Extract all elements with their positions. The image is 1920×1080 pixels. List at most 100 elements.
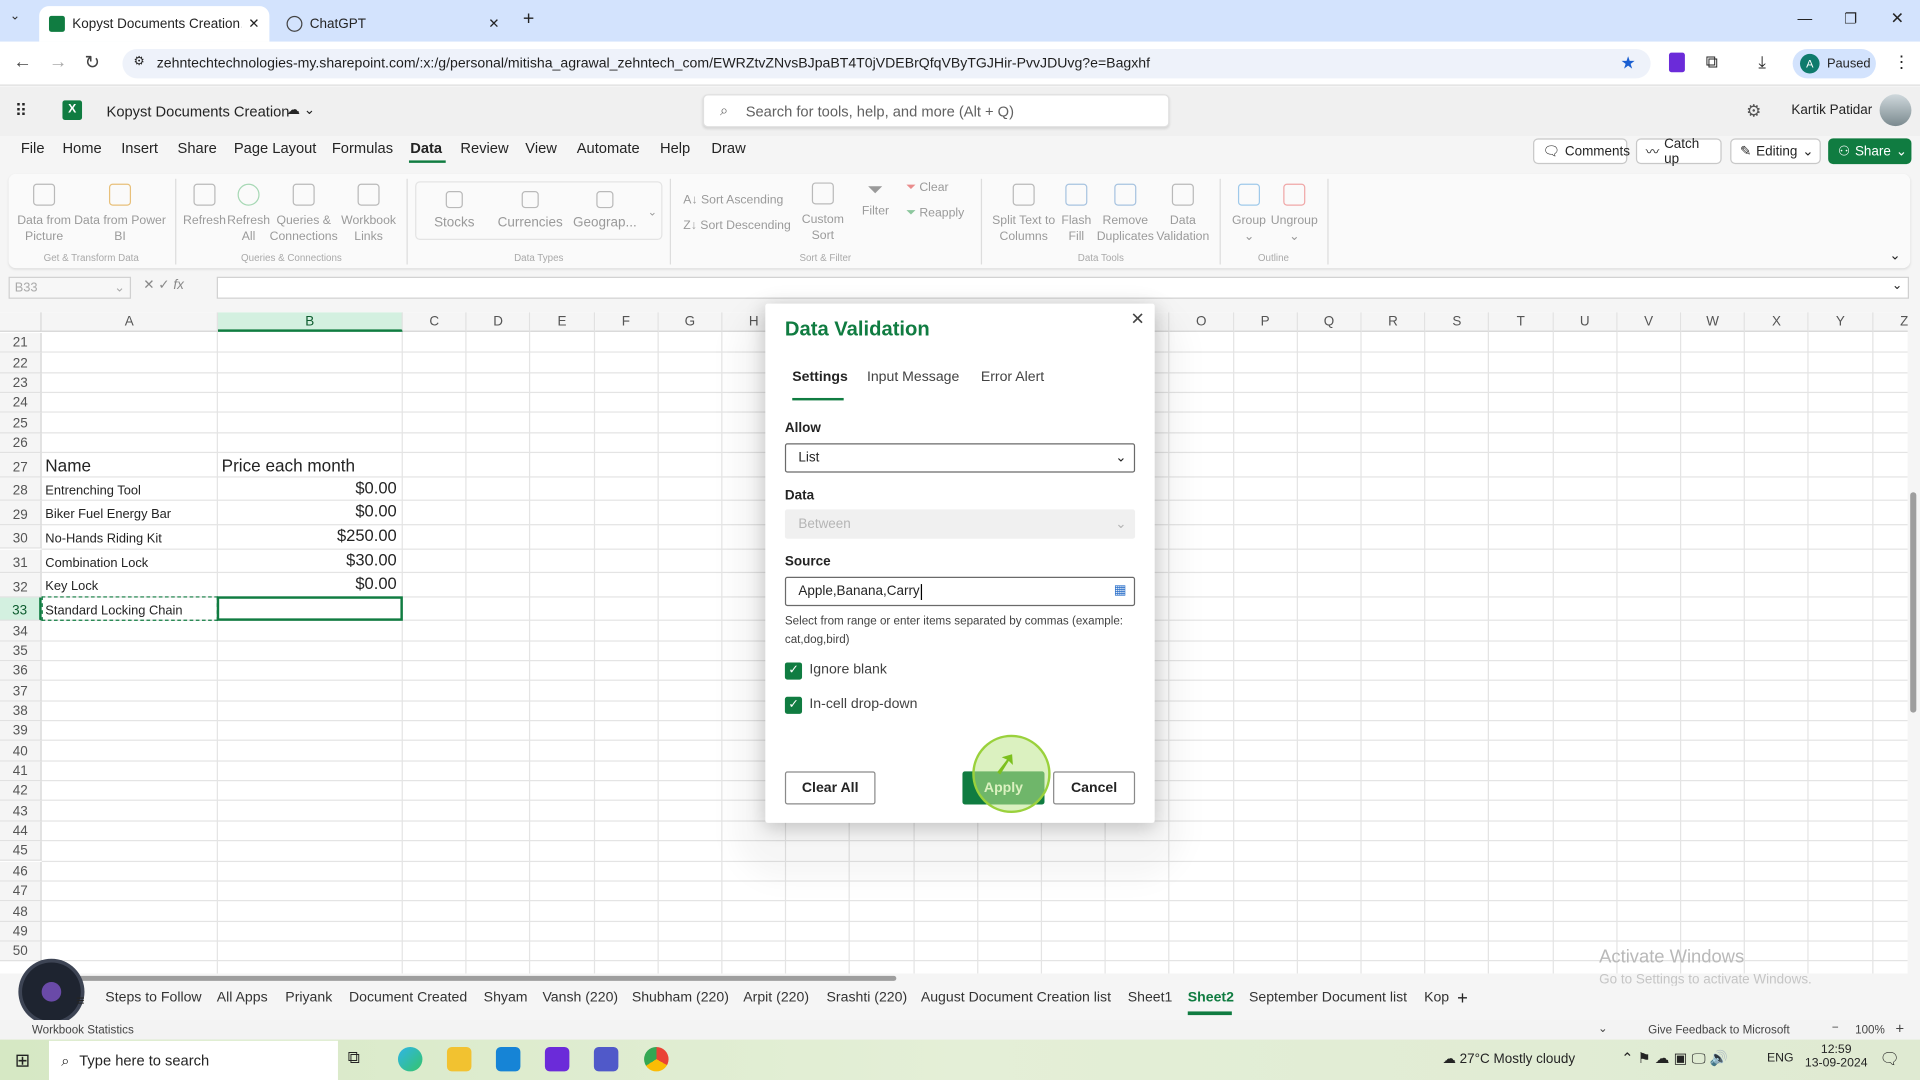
restore-icon[interactable]: ❐ (1844, 10, 1857, 27)
data-from-picture-button[interactable]: Data from Picture (15, 183, 74, 245)
column-header[interactable]: W (1681, 312, 1746, 332)
row-header[interactable]: 31 (0, 549, 42, 574)
app-launcher-icon[interactable]: ⠿ (15, 100, 28, 121)
row-header[interactable]: 33 (0, 597, 42, 622)
sheet-tab[interactable]: Priyank (285, 991, 332, 1006)
data-validation-button[interactable]: Data Validation (1155, 183, 1211, 245)
cell-price[interactable]: $0.00 (355, 478, 396, 496)
browser-tab-chatgpt[interactable]: ChatGPT ✕ (277, 6, 510, 42)
row-header[interactable]: 27 (0, 453, 42, 478)
row-header[interactable]: 32 (0, 573, 42, 598)
cell-name[interactable]: Combination Lock (45, 555, 148, 570)
zoom-level[interactable]: 100% (1855, 1024, 1885, 1037)
row-header[interactable]: 44 (0, 821, 42, 842)
gallery-more-icon[interactable]: ⌄ (648, 206, 657, 219)
menu-data[interactable]: Data (410, 140, 442, 157)
split-text-to-columns-button[interactable]: Split Text to Columns (987, 183, 1060, 245)
menu-formulas[interactable]: Formulas (332, 140, 393, 157)
sheet-tab[interactable]: Kop (1424, 991, 1449, 1006)
sort-descending-button[interactable]: Z↓ Sort Descending (683, 218, 791, 234)
sheet-tab[interactable]: Srashti (220) (827, 991, 908, 1006)
menu-insert[interactable]: Insert (121, 140, 158, 157)
close-tab-icon[interactable]: ✕ (488, 16, 499, 32)
windows-start-icon[interactable]: ⊞ (15, 1049, 30, 1072)
chrome-icon[interactable] (644, 1046, 669, 1072)
menu-file[interactable]: File (21, 140, 45, 157)
tab-input-message[interactable]: Input Message (867, 370, 959, 385)
app-icon[interactable] (544, 1046, 570, 1072)
mail-icon[interactable] (495, 1046, 521, 1072)
row-header[interactable]: 35 (0, 641, 42, 662)
row-header[interactable]: 49 (0, 921, 42, 942)
row-header[interactable]: 47 (0, 881, 42, 902)
forward-icon[interactable]: → (49, 51, 67, 72)
row-header[interactable]: 45 (0, 841, 42, 862)
download-icon[interactable]: ⤓ (1758, 51, 1766, 72)
column-header[interactable]: Q (1297, 312, 1362, 332)
currencies-button[interactable]: Currencies (493, 191, 566, 231)
edge-icon[interactable] (397, 1046, 423, 1072)
bookmark-star-icon[interactable]: ★ (1621, 53, 1636, 74)
sheet-tab[interactable]: September Document list (1249, 991, 1407, 1006)
cell-price[interactable]: $250.00 (337, 526, 397, 544)
row-header[interactable]: 25 (0, 413, 42, 434)
column-header[interactable]: E (530, 312, 595, 332)
menu-review[interactable]: Review (460, 140, 508, 157)
sheet-tab[interactable]: All Apps (217, 991, 268, 1006)
row-header[interactable]: 36 (0, 661, 42, 682)
new-tab-icon[interactable]: + (523, 9, 534, 31)
close-tab-icon[interactable]: ✕ (248, 16, 259, 32)
cell-name[interactable]: Key Lock (45, 579, 98, 594)
close-dialog-icon[interactable]: ✕ (1131, 309, 1145, 330)
in-cell-dropdown-checkbox[interactable]: ✓ (784, 696, 803, 714)
row-header[interactable]: 30 (0, 525, 42, 550)
zoom-out-icon[interactable]: − (1832, 1021, 1839, 1034)
menu-share[interactable]: Share (178, 140, 217, 157)
row-header[interactable]: 28 (0, 477, 42, 502)
browser-menu-icon[interactable]: ⋮ (1893, 51, 1910, 72)
share-button[interactable]: ⚇ Share ⌄ (1828, 138, 1912, 165)
status-chevron-icon[interactable]: ⌄ (1598, 1022, 1608, 1035)
clock[interactable]: 12:59 13-09-2024 (1805, 1043, 1868, 1070)
zoom-in-icon[interactable]: + (1896, 1020, 1905, 1037)
column-header[interactable]: B (217, 312, 403, 332)
row-header[interactable]: 41 (0, 761, 42, 782)
task-view-icon[interactable]: ⧉ (348, 1047, 372, 1071)
range-select-icon[interactable]: ▦ (1114, 582, 1127, 598)
minimize-icon[interactable]: — (1798, 10, 1813, 27)
cell-name[interactable]: Biker Fuel Energy Bar (45, 507, 171, 522)
menu-automate[interactable]: Automate (577, 140, 640, 157)
screen-recorder-bubble[interactable] (22, 962, 81, 1022)
browser-tab-excel[interactable]: Kopyst Documents Creation.xlsx ✕ (39, 6, 270, 42)
horizontal-scroll-thumb[interactable] (73, 975, 897, 981)
queries-connections-button[interactable]: Queries & Connections (268, 183, 339, 245)
cell-price[interactable]: $30.00 (346, 550, 397, 568)
workbook-links-button[interactable]: Workbook Links (338, 183, 399, 245)
document-title[interactable]: Kopyst Documents Creation (107, 103, 290, 120)
tab-error-alert[interactable]: Error Alert (981, 370, 1044, 385)
close-window-icon[interactable]: ✕ (1891, 9, 1904, 29)
add-sheet-icon[interactable]: + (1457, 988, 1468, 1009)
active-cell-b33[interactable] (216, 595, 403, 622)
ignore-blank-checkbox[interactable]: ✓ (784, 662, 803, 680)
extension-icon[interactable] (1668, 52, 1685, 73)
comments-button[interactable]: 🗨 Comments (1533, 138, 1630, 165)
source-input[interactable]: Apple,Banana,Carry ▦ (784, 576, 1136, 607)
editing-mode-button[interactable]: ✎ Editing ⌄ (1730, 138, 1821, 165)
cell-price[interactable]: $0.00 (355, 574, 396, 592)
row-header[interactable]: 40 (0, 741, 42, 762)
row-header[interactable]: 26 (0, 433, 42, 454)
column-header[interactable]: F (594, 312, 659, 332)
sheet-tab[interactable]: Steps to Follow (105, 991, 201, 1006)
column-header[interactable]: A (41, 312, 218, 332)
file-explorer-icon[interactable] (446, 1046, 472, 1072)
row-header[interactable]: 24 (0, 393, 42, 414)
vertical-scrollbar[interactable] (1907, 333, 1920, 974)
user-avatar[interactable] (1879, 94, 1912, 127)
reapply-button[interactable]: ⏷ Reapply (906, 206, 964, 222)
all-sheets-menu-icon[interactable]: ≡ (76, 992, 85, 1009)
column-header[interactable]: O (1169, 312, 1234, 332)
column-header[interactable]: P (1233, 312, 1298, 332)
clear-filter-button[interactable]: ⏷ Clear (906, 180, 948, 196)
row-header[interactable]: 46 (0, 861, 42, 882)
